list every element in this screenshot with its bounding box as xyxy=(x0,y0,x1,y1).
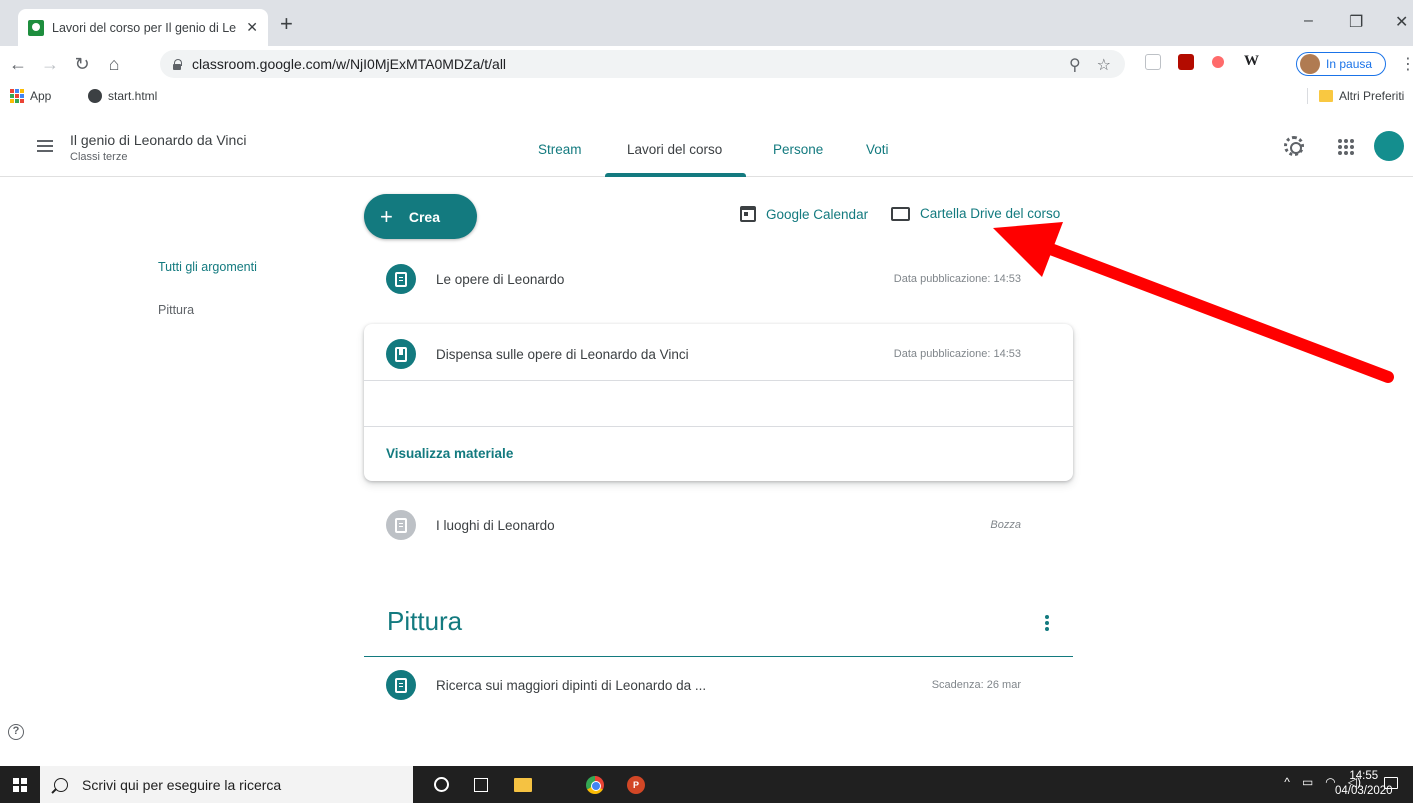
item-meta: Scadenza: 26 mar xyxy=(931,679,1021,691)
item-title: Ricerca sui maggiori dipinti di Leonardo… xyxy=(436,677,707,693)
bookmarks-separator xyxy=(1307,88,1308,104)
window-close-icon[interactable]: ✕ xyxy=(1395,12,1408,32)
adobe-pdf-icon[interactable] xyxy=(1178,54,1194,70)
new-tab-button[interactable]: + xyxy=(280,13,293,35)
drive-link-label: Cartella Drive del corso xyxy=(920,206,1061,221)
assignment-icon xyxy=(386,264,416,294)
powerpoint-taskbar-icon[interactable]: P xyxy=(627,776,645,794)
zoom-icon[interactable]: ⚲ xyxy=(1069,55,1081,75)
bookmarks-bar: App start.html Altri Preferiti xyxy=(0,82,1413,110)
minimize-icon[interactable]: – xyxy=(1304,12,1313,30)
folder-icon xyxy=(891,206,910,221)
calendar-icon xyxy=(740,206,756,222)
windows-taskbar: Scrivi qui per eseguire la ricerca P ^ ▭… xyxy=(0,766,1413,803)
item-meta: Data pubblicazione: 14:53 xyxy=(893,348,1021,360)
topic-menu-icon[interactable] xyxy=(1045,615,1049,633)
classwork-item[interactable]: Dispensa sulle opere di Leonardo da Vinc… xyxy=(364,329,1073,379)
classwork-item[interactable]: Le opere di Leonardo Data pubblicazione:… xyxy=(364,254,1073,304)
search-icon xyxy=(54,777,68,792)
file-explorer-icon[interactable] xyxy=(514,778,532,792)
tab-stream[interactable]: Stream xyxy=(538,142,582,157)
bookmark-other-favorites[interactable]: Altri Preferiti xyxy=(1319,89,1404,103)
tab-people[interactable]: Persone xyxy=(773,142,823,157)
browser-tab-title: Lavori del corso per Il genio di Le xyxy=(52,20,237,35)
classroom-header: Il genio di Leonardo da Vinci Classi ter… xyxy=(0,110,1413,177)
bookmark-start-html[interactable]: start.html xyxy=(88,89,157,103)
item-title: I luoghi di Leonardo xyxy=(436,517,555,533)
globe-icon xyxy=(88,89,102,103)
topic-filter-pittura[interactable]: Pittura xyxy=(158,303,194,317)
browser-toolbar: ← → ↻ ⌂ classroom.google.com/w/NjI0MjExM… xyxy=(0,46,1413,82)
battery-icon[interactable]: ▭ xyxy=(1302,775,1313,789)
item-title: Le opere di Leonardo xyxy=(436,271,565,287)
url-text: classroom.google.com/w/NjI0MjExMTA0MDZa/… xyxy=(192,56,507,72)
bookmark-star-icon[interactable]: ☆ xyxy=(1097,55,1111,75)
notifications-icon[interactable] xyxy=(1384,777,1398,789)
classroom-favicon-icon xyxy=(28,19,44,36)
settings-gear-icon[interactable] xyxy=(1284,136,1304,156)
apps-grid-icon xyxy=(10,89,24,103)
chrome-taskbar-icon[interactable] xyxy=(586,776,604,794)
plus-icon: + xyxy=(380,203,393,229)
restore-icon[interactable]: ❐ xyxy=(1349,12,1363,32)
item-meta: Data pubblicazione: 14:53 xyxy=(893,273,1021,285)
account-avatar[interactable] xyxy=(1374,131,1404,161)
create-label: Crea xyxy=(408,208,440,225)
create-button[interactable]: + Crea xyxy=(364,194,477,239)
material-icon xyxy=(386,339,416,369)
help-icon[interactable]: ? xyxy=(8,724,24,740)
course-title[interactable]: Il genio di Leonardo da Vinci xyxy=(70,132,246,148)
main-menu-icon[interactable] xyxy=(37,140,53,152)
browser-menu-icon[interactable]: ⋮ xyxy=(1400,54,1413,74)
profile-button[interactable]: In pausa xyxy=(1296,52,1386,76)
cortana-icon[interactable] xyxy=(434,777,449,792)
windows-start-icon[interactable] xyxy=(13,778,27,792)
assignment-icon xyxy=(386,510,416,540)
lock-icon xyxy=(172,58,182,70)
profile-status: In pausa xyxy=(1326,57,1373,71)
active-tab-indicator xyxy=(605,173,746,177)
card-divider xyxy=(364,380,1073,381)
expanded-material-card: Dispensa sulle opere di Leonardo da Vinc… xyxy=(364,324,1073,481)
wikipedia-icon[interactable]: W xyxy=(1244,53,1260,69)
card-divider xyxy=(364,426,1073,427)
extension-icon[interactable] xyxy=(1145,54,1161,70)
google-calendar-link[interactable]: Google Calendar xyxy=(740,206,868,222)
item-meta: Bozza xyxy=(990,519,1021,531)
back-icon[interactable]: ← xyxy=(2,54,34,75)
show-hidden-icons-icon[interactable]: ^ xyxy=(1284,775,1290,789)
topic-divider xyxy=(364,656,1073,657)
classwork-item[interactable]: I luoghi di Leonardo Bozza xyxy=(364,500,1073,550)
reload-icon[interactable]: ↻ xyxy=(66,54,98,75)
assignment-icon xyxy=(386,670,416,700)
calendar-link-label: Google Calendar xyxy=(766,206,869,222)
drive-folder-link[interactable]: Cartella Drive del corso xyxy=(891,206,1060,221)
tab-close-icon[interactable]: ✕ xyxy=(246,19,258,36)
browser-tab-strip: Lavori del corso per Il genio di Le ✕ + … xyxy=(0,0,1413,46)
home-icon[interactable]: ⌂ xyxy=(98,54,130,75)
view-material-link[interactable]: Visualizza materiale xyxy=(386,446,513,461)
address-bar[interactable]: classroom.google.com/w/NjI0MjExMTA0MDZa/… xyxy=(160,50,1125,78)
topic-heading: Pittura xyxy=(387,606,463,636)
topic-filter-all[interactable]: Tutti gli argomenti xyxy=(158,260,257,274)
forward-icon[interactable]: → xyxy=(34,54,66,75)
profile-avatar xyxy=(1300,54,1320,74)
browser-tab[interactable]: Lavori del corso per Il genio di Le ✕ xyxy=(18,9,268,46)
task-view-icon[interactable] xyxy=(474,778,488,792)
tab-classwork[interactable]: Lavori del corso xyxy=(627,142,722,157)
bookmark-label: start.html xyxy=(108,89,158,103)
google-apps-icon[interactable] xyxy=(1338,139,1354,155)
classroom-page: Il genio di Leonardo da Vinci Classi ter… xyxy=(0,110,1413,766)
folder-icon xyxy=(1319,90,1333,102)
bookmark-label: Altri Preferiti xyxy=(1339,89,1405,103)
classwork-item[interactable]: Ricerca sui maggiori dipinti di Leonardo… xyxy=(364,660,1073,710)
bookmark-label: App xyxy=(30,89,52,103)
taskbar-search-input[interactable]: Scrivi qui per eseguire la ricerca xyxy=(40,766,413,803)
course-section: Classi terze xyxy=(70,151,128,163)
item-title: Dispensa sulle opere di Leonardo da Vinc… xyxy=(436,346,689,362)
screencast-extension-icon[interactable] xyxy=(1212,56,1224,68)
tab-grades[interactable]: Voti xyxy=(866,142,889,157)
search-placeholder: Scrivi qui per eseguire la ricerca xyxy=(82,776,282,793)
bookmark-app[interactable]: App xyxy=(10,89,51,103)
